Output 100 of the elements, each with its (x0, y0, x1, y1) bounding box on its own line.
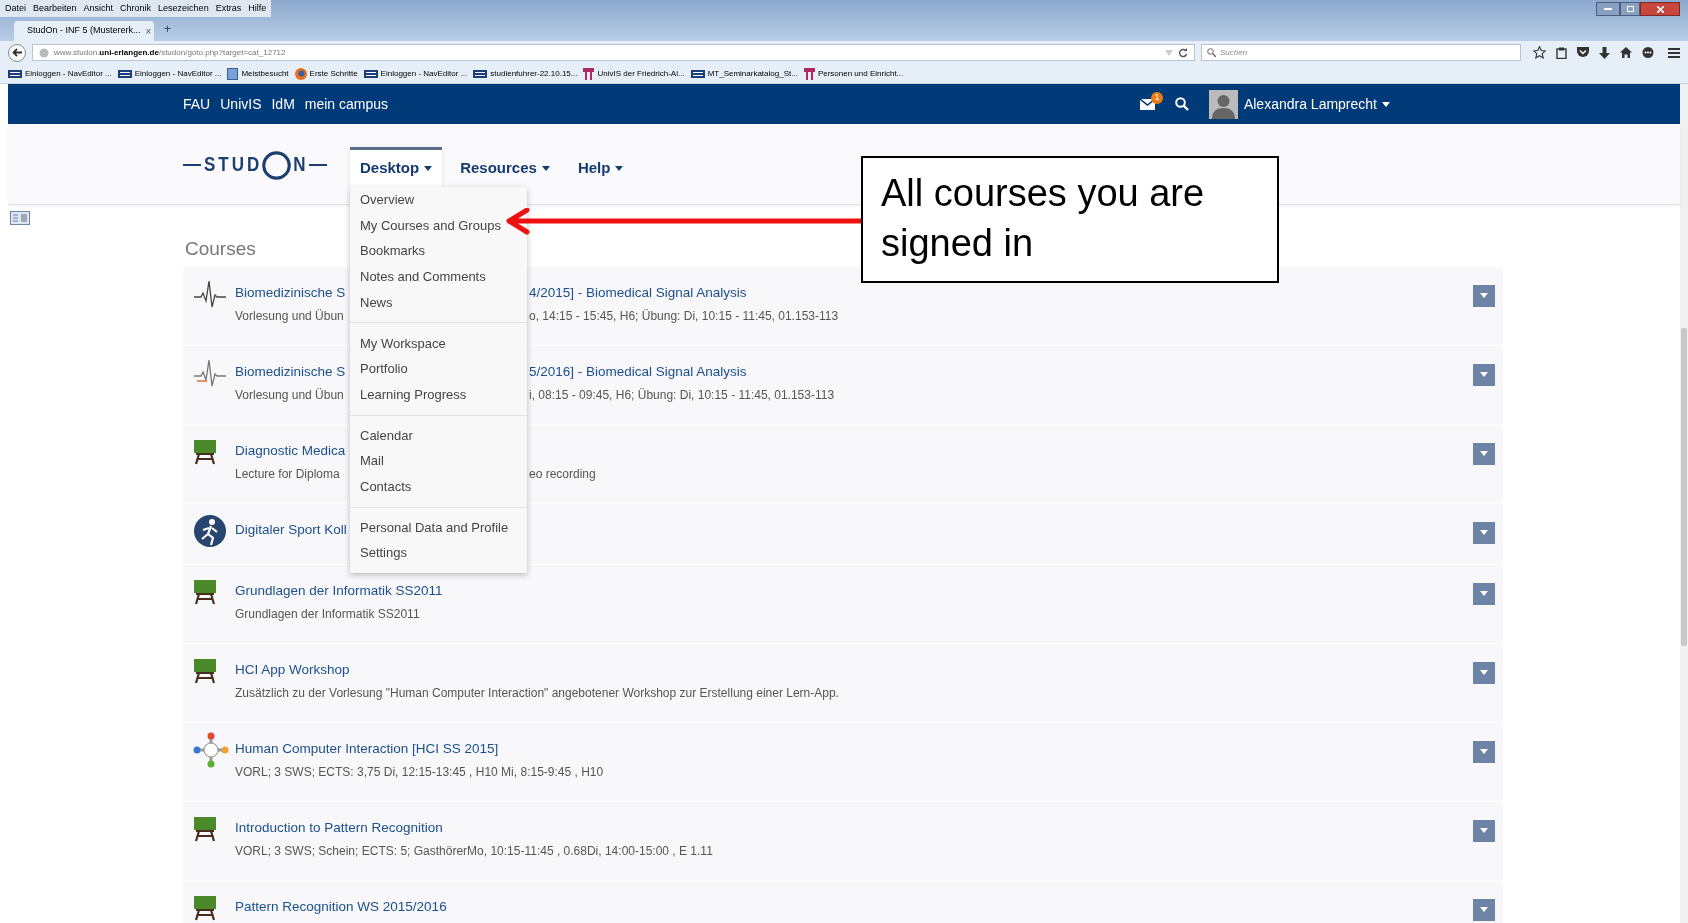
menu-item[interactable]: Bearbeiten (33, 1, 77, 16)
bookmark-link[interactable]: UnivIS der Friedrich-Al... (583, 67, 685, 80)
header-link[interactable]: IdM (271, 93, 295, 115)
caret-icon (1480, 591, 1488, 596)
menu-item[interactable]: Chronik (120, 1, 152, 16)
course-title-link[interactable]: Digitaler Sport Koll (235, 522, 347, 538)
bookmark-link[interactable]: Erste Schritte (294, 67, 358, 80)
dropdown-icon (1165, 49, 1173, 56)
header-link[interactable]: UnivIS (220, 93, 262, 115)
course-title-link[interactable]: 4/2015] - Biomedical Signal Analysis (529, 283, 747, 304)
actions-dropdown-button[interactable] (1473, 582, 1495, 605)
course-title-link[interactable]: Introduction to Pattern Recognition (235, 820, 443, 836)
actions-dropdown-button[interactable] (1473, 284, 1495, 307)
dropdown-menu-item[interactable]: Mail (350, 448, 527, 474)
document-icon (227, 67, 239, 80)
university-logo-icon (117, 69, 132, 78)
runner-circle-icon (193, 513, 227, 548)
course-title-link[interactable]: Human Computer Interaction [HCI SS 2015] (235, 741, 499, 757)
easel-board-icon (193, 894, 217, 921)
menu-item[interactable]: Datei (5, 1, 26, 16)
user-menu-button[interactable]: Alexandra Lamprecht (1243, 93, 1390, 115)
actions-dropdown-button[interactable] (1473, 442, 1495, 465)
course-title-link[interactable]: Biomedizinische S (235, 364, 346, 380)
menu-item[interactable]: Extras (215, 1, 242, 16)
bookmark-link[interactable]: Personen und Einricht... (803, 67, 904, 80)
globe-icon (294, 67, 307, 80)
course-title-link[interactable]: Diagnostic Medica (235, 443, 346, 459)
panel-toggle-icon[interactable] (10, 211, 30, 225)
logo-text: STUD (204, 152, 263, 179)
menu-item[interactable]: Hilfe (248, 1, 267, 16)
nav-tab[interactable]: Desktop (350, 147, 443, 187)
course-title-link[interactable]: Biomedizinische S (235, 285, 346, 301)
actions-dropdown-button[interactable] (1473, 819, 1495, 842)
bookmark-link[interactable]: MT_Seminarkatalog_St... (690, 67, 798, 80)
bookmark-link[interactable]: studienfuhrer-22.10.15... (473, 67, 578, 80)
home-icon[interactable] (1620, 47, 1632, 58)
bookmark-link[interactable]: Einloggen - NavEditor ... (117, 67, 222, 80)
dropdown-menu-item[interactable]: Settings (350, 540, 527, 566)
header-link[interactable]: mein campus (304, 93, 389, 115)
new-tab-button[interactable]: + (164, 20, 171, 38)
bookmark-link[interactable]: Meistbesucht (227, 67, 289, 80)
header-link[interactable]: FAU (183, 93, 211, 115)
course-description: eo recording (529, 465, 596, 483)
actions-dropdown-button[interactable] (1473, 740, 1495, 763)
caret-icon (1480, 907, 1488, 912)
actions-dropdown-button[interactable] (1473, 661, 1495, 684)
chat-icon[interactable] (1642, 46, 1654, 59)
bookmark-link[interactable]: Einloggen - NavEditor ... (8, 67, 112, 80)
browser-tab[interactable]: StudOn - INF 5 (Mustererk... × (14, 21, 154, 41)
course-title-link[interactable]: Grundlagen der Informatik SS2011 (235, 583, 443, 599)
course-title-link[interactable]: HCI App Workshop (235, 662, 350, 678)
pocket-icon[interactable] (1577, 47, 1589, 58)
caret-icon (1480, 749, 1488, 754)
url-text: www.studon.uni-erlangen.de/studon/goto.php?target=cat_12712 (54, 46, 286, 59)
actions-dropdown-button[interactable] (1473, 363, 1495, 386)
dropdown-menu-item[interactable]: My Workspace (350, 330, 527, 357)
tab-close-button[interactable]: × (145, 23, 152, 39)
ring-icon (262, 150, 292, 180)
dropdown-menu-item[interactable]: Calendar (350, 422, 527, 449)
restore-button[interactable] (1620, 2, 1640, 16)
caret-icon (1480, 530, 1488, 535)
easel-board-icon (193, 815, 217, 842)
bookmark-link[interactable]: Einloggen - NavEditor ... (363, 67, 468, 80)
easel-board-icon (193, 657, 217, 684)
course-description: VORL; 3 SWS; ECTS: 3,75 Di, 12:15-13:45 , H10 Mi, 8:15-9:45 , H10 (235, 764, 604, 779)
dropdown-menu-item[interactable]: Notes and Comments (350, 264, 527, 290)
search-field[interactable]: Suchen (1201, 44, 1521, 61)
nav-tab[interactable]: Help (567, 147, 634, 187)
dropdown-menu-item[interactable]: Bookmarks (350, 238, 527, 265)
menu-item[interactable]: Lesezeichen (158, 1, 209, 16)
back-button[interactable] (8, 43, 26, 62)
dropdown-menu-item[interactable]: Learning Progress (350, 381, 527, 408)
course-title-link[interactable]: 5/2016] - Biomedical Signal Analysis (529, 362, 747, 383)
caret-icon (424, 166, 433, 171)
caret-icon (1382, 101, 1390, 107)
caret-icon (1480, 828, 1488, 833)
annotation-callout: All courses you are signed in (861, 156, 1279, 283)
dropdown-menu-item[interactable]: News (350, 289, 527, 316)
easel-board-icon (193, 578, 217, 605)
close-window-button[interactable] (1640, 2, 1680, 16)
dropdown-menu-item[interactable]: Personal Data and Profile (350, 514, 527, 541)
dropdown-menu-item[interactable]: Portfolio (350, 356, 527, 382)
actions-dropdown-button[interactable] (1473, 521, 1495, 544)
address-field[interactable]: www.studon.uni-erlangen.de/studon/goto.php?target=cat_12712 (32, 44, 1195, 61)
menu-icon[interactable] (1668, 47, 1680, 58)
scrollbar[interactable] (1680, 84, 1688, 923)
clipboard-icon[interactable] (1556, 46, 1567, 59)
dropdown-menu-item[interactable]: Contacts (350, 473, 527, 500)
search-icon[interactable] (1174, 97, 1189, 111)
dropdown-menu-item[interactable]: My Courses and Groups (350, 212, 527, 239)
search-icon (1207, 48, 1216, 57)
university-logo-icon (363, 69, 378, 78)
dropdown-menu-item[interactable]: Overview (350, 187, 527, 213)
menu-item[interactable]: Ansicht (83, 1, 114, 16)
course-title-link[interactable]: Pattern Recognition WS 2015/2016 (235, 899, 447, 915)
actions-dropdown-button[interactable] (1473, 898, 1495, 921)
nav-tab[interactable]: Resources (450, 147, 560, 187)
star-icon[interactable] (1533, 46, 1546, 59)
minimize-button[interactable] (1596, 2, 1620, 16)
download-icon[interactable] (1599, 46, 1610, 59)
